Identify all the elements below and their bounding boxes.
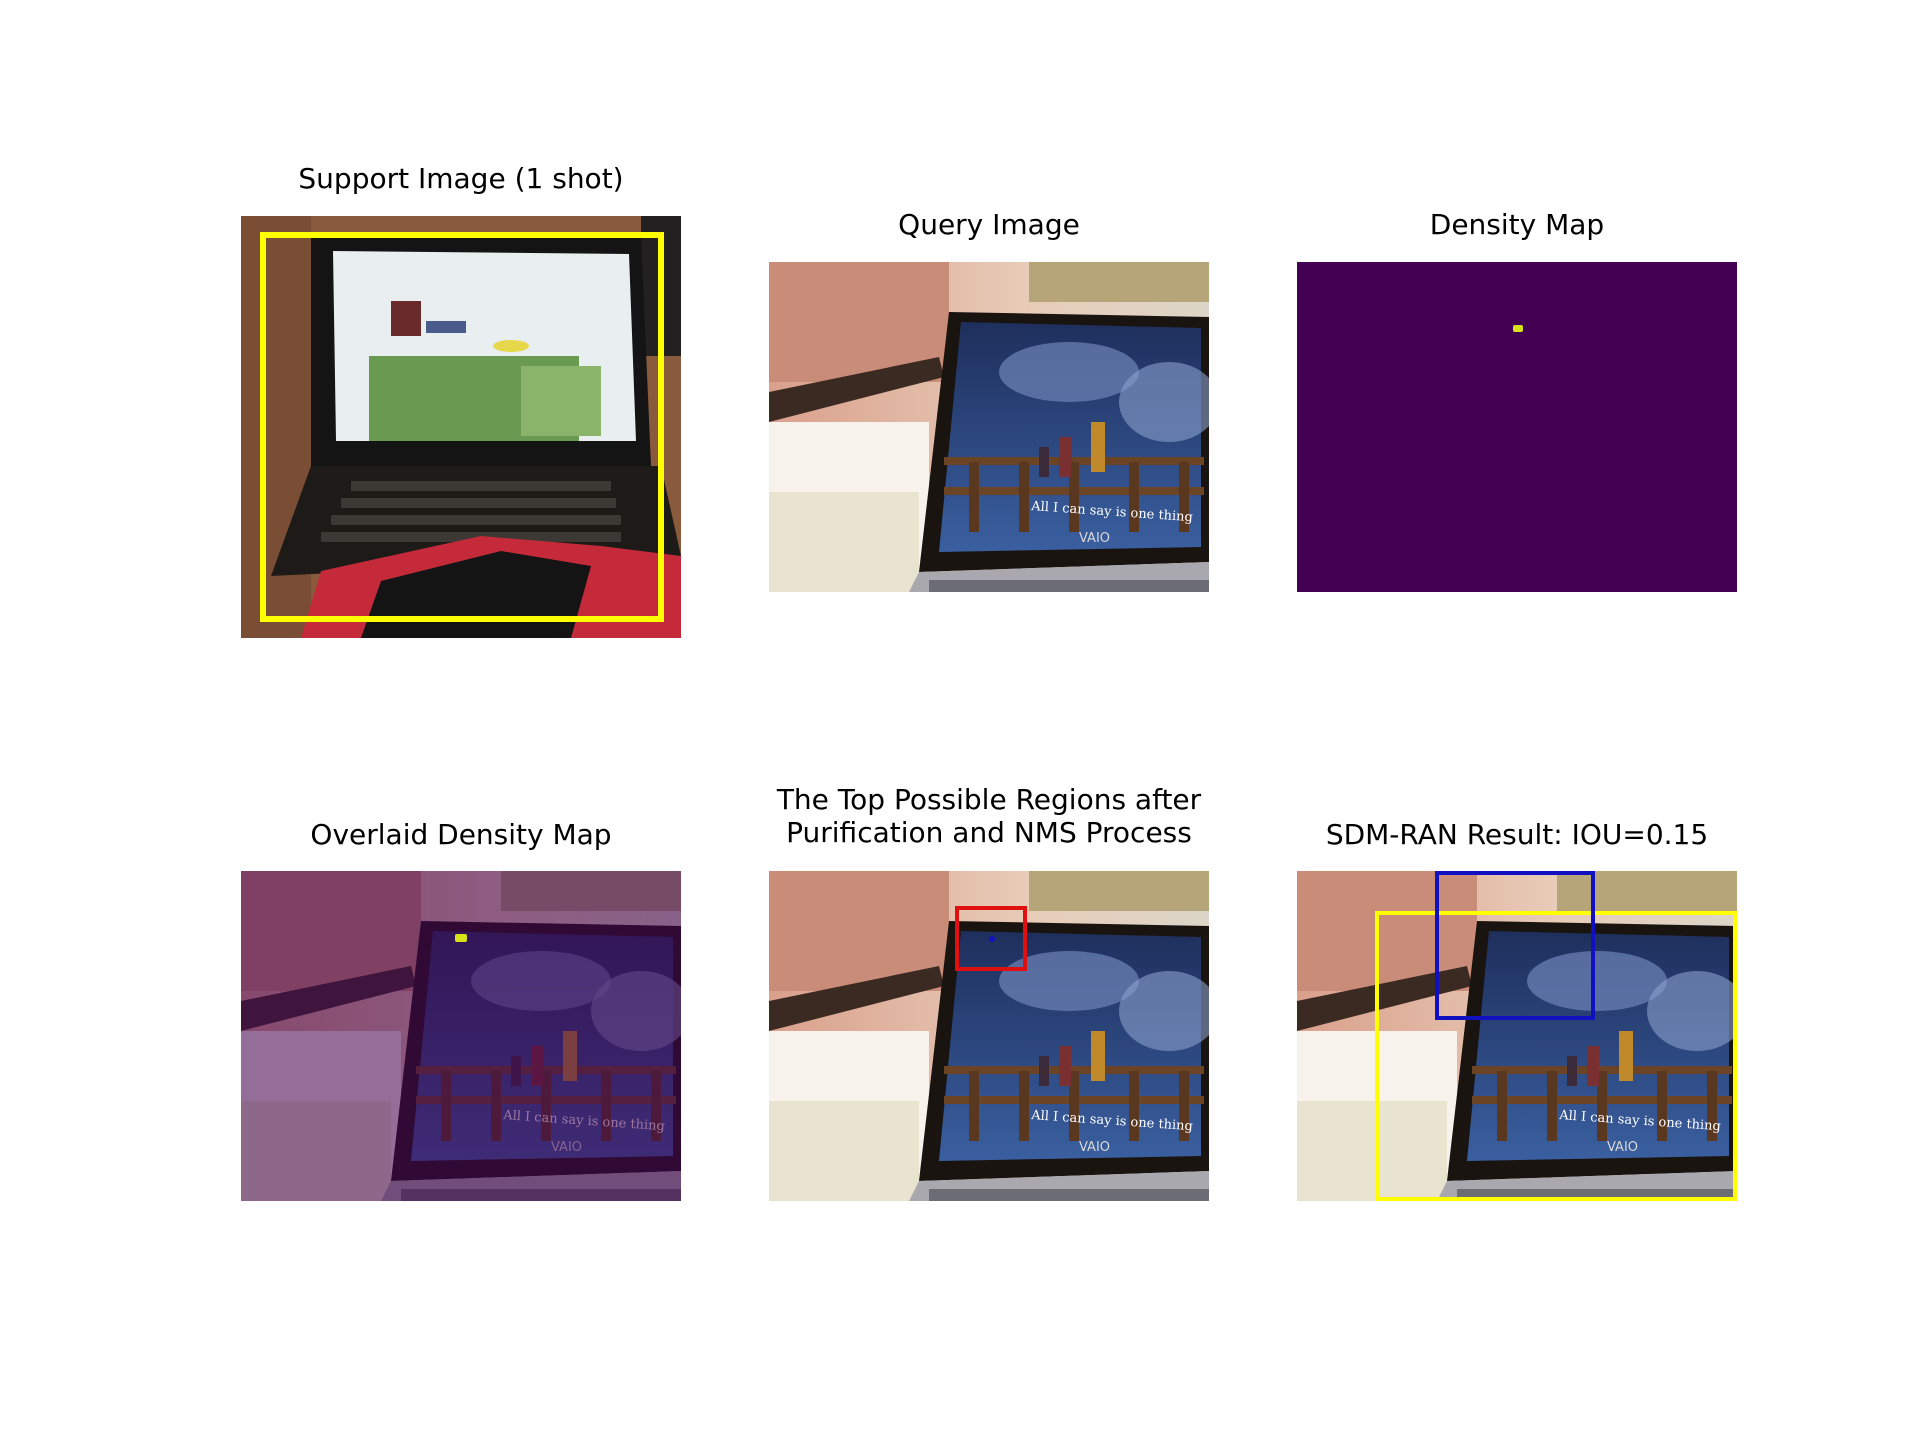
overlaid-density-image: All I can say is one thing VAIO xyxy=(241,871,681,1201)
panel-density-map: Density Map xyxy=(1297,205,1737,595)
panel-overlaid-density: Overlaid Density Map All I can say is on… xyxy=(241,815,681,1205)
panel-title: Support Image (1 shot) xyxy=(298,162,624,195)
vaio-logo-text: VAIO xyxy=(1079,531,1110,546)
support-image xyxy=(241,216,681,638)
density-map-image xyxy=(1297,262,1737,592)
panel-title: SDM-RAN Result: IOU=0.15 xyxy=(1325,818,1709,851)
density-peak xyxy=(1513,325,1523,332)
panel-title: Query Image xyxy=(898,208,1080,241)
panel-query-image: Query Image All I can say is one thing V… xyxy=(769,205,1209,595)
vaio-logo-text: VAIO xyxy=(1079,1140,1110,1155)
query-image: All I can say is one thing VAIO xyxy=(769,262,1209,592)
region-center-dot xyxy=(989,936,995,942)
panel-title: Overlaid Density Map xyxy=(310,818,612,851)
panel-sdm-ran-result: SDM-RAN Result: IOU=0.15 All I can say i… xyxy=(1297,815,1737,1205)
panel-title: Density Map xyxy=(1429,208,1605,241)
panel-support-image: Support Image (1 shot) xyxy=(241,160,681,640)
prediction-box xyxy=(1435,871,1595,1020)
result-image: All I can say is one thing VAIO xyxy=(1297,871,1737,1201)
panel-top-regions: The Top Possible Regions after Purificat… xyxy=(760,783,1218,1205)
top-regions-image: All I can say is one thing VAIO xyxy=(769,871,1209,1201)
panel-title: The Top Possible Regions after Purificat… xyxy=(776,783,1202,849)
